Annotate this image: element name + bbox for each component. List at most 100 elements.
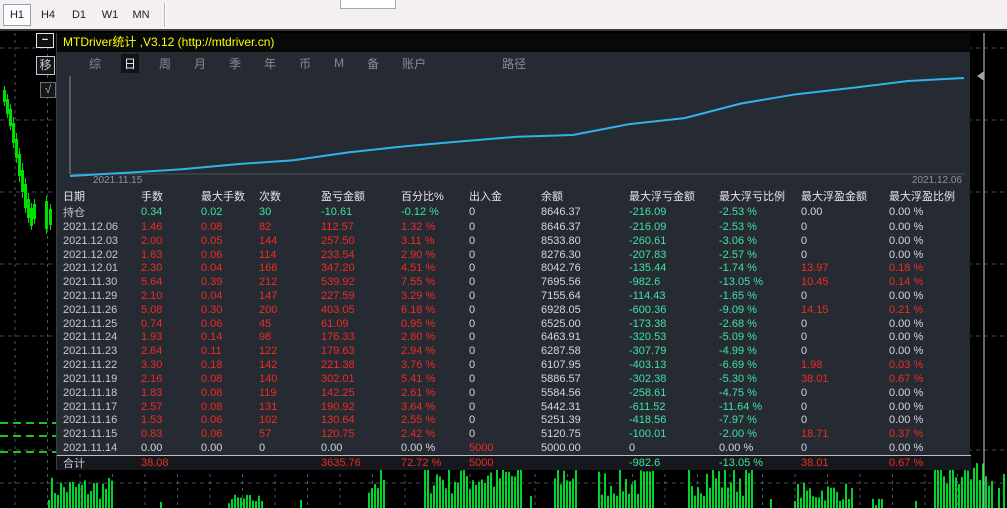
table-cell: 0 <box>801 220 808 233</box>
menu-item-9[interactable]: 账户 <box>399 54 429 73</box>
table-cell: 0.00 <box>321 442 343 455</box>
table-cell: 30 <box>259 206 272 218</box>
table-cell: -11.64 % <box>719 400 763 413</box>
table-row: 2021.12.02 1.63 0.06 114 233.54 2.90 % 0 8276.3… <box>57 248 971 262</box>
table-cell: 45 <box>259 317 272 330</box>
table-cell: 57 <box>259 428 272 441</box>
table-cell: -2.57 % <box>719 248 757 261</box>
table-cell: 0 <box>469 276 476 289</box>
table-cell: 6.18 % <box>401 303 436 316</box>
price-axis-marker-icon <box>977 71 984 81</box>
menu-item-7[interactable]: M <box>331 55 347 71</box>
table-cell: 0 <box>469 428 476 441</box>
menu-item-5[interactable]: 年 <box>261 54 279 73</box>
table-cell: 0 <box>801 317 808 330</box>
table-cell: 0.74 <box>141 317 163 330</box>
menu-item-3[interactable]: 月 <box>191 54 209 73</box>
panel-minimize-button[interactable]: − <box>36 33 54 48</box>
panel-title-bar[interactable]: MTDriver统计 ,V3.12 (http://mtdriver.cn) <box>57 33 970 52</box>
table-cell: 0.30 <box>201 303 223 316</box>
table-cell: 5000 <box>469 457 494 469</box>
table-header-row: 日期 手数 最大手数 次数 盈亏金额 百分比% 出入金 余额 最大浮亏金额 最大浮亏比例 最大浮盈金… <box>57 188 971 204</box>
table-cell: 0 <box>469 303 476 316</box>
table-cell: 0.08 <box>201 400 223 413</box>
table-cell: -1.74 % <box>719 262 757 275</box>
table-cell: -4.99 % <box>719 345 757 358</box>
table-cell: 1.63 <box>141 248 163 261</box>
menu-item-2[interactable]: 周 <box>156 54 174 73</box>
timeframe-button-mn[interactable]: MN <box>127 4 155 26</box>
table-cell: 0 <box>629 442 636 455</box>
timeframe-toolbar: H1 H4 D1 W1 MN <box>0 0 1007 31</box>
column-header: 最大浮盈比例 <box>889 191 955 203</box>
table-cell: 0.00 <box>141 442 163 455</box>
table-cell: -13.05 % <box>719 457 764 469</box>
timeframe-button-h1[interactable]: H1 <box>3 3 31 26</box>
table-cell: 14.15 <box>801 303 829 316</box>
table-cell: 0.00 % <box>889 386 924 399</box>
table-cell: 142.25 <box>321 386 355 399</box>
table-cell: 0 <box>469 400 476 413</box>
panel-title: MTDriver统计 ,V3.12 (http://mtdriver.cn) <box>63 35 275 49</box>
table-cell: -260.61 <box>629 234 667 247</box>
cell-date: 合计 <box>63 458 85 470</box>
table-cell: 227.59 <box>321 290 355 303</box>
table-cell: -418.56 <box>629 414 667 427</box>
table-cell: 0.14 % <box>889 276 924 289</box>
table-cell: 0.04 <box>201 262 223 275</box>
table-cell: -10.61 <box>321 206 353 218</box>
table-row: 2021.12.03 2.00 0.05 144 257.50 3.11 % 0 8533.8… <box>57 234 971 248</box>
table-cell: 0 <box>801 331 808 344</box>
table-row: 2021.11.18 1.83 0.08 119 142.25 2.61 % 0 5584.5… <box>57 386 971 400</box>
panel-menu: 综日周月季年币 M 备账户 路径 <box>57 52 970 74</box>
toolbar-separator <box>164 2 166 27</box>
table-cell: 0.00 % <box>889 290 924 303</box>
table-cell: 8276.30 <box>541 248 581 261</box>
cell-date: 2021.11.19 <box>63 372 118 385</box>
table-row: 2021.12.06 1.46 0.08 82 112.57 1.32 % 0 8646.37… <box>57 220 971 234</box>
table-cell: 18.71 <box>801 428 829 441</box>
table-cell: 5120.75 <box>541 428 581 441</box>
table-cell: 5.64 <box>141 276 163 289</box>
table-cell: 0.00 % <box>889 331 924 344</box>
table-cell: 0.39 <box>201 276 223 289</box>
cell-date: 2021.11.30 <box>63 276 118 289</box>
table-cell: 0.08 <box>201 220 223 233</box>
table-cell: 3.30 <box>141 359 163 372</box>
table-cell: 10.45 <box>801 276 829 289</box>
table-cell: 0 <box>469 317 476 330</box>
table-cell: 0.67 % <box>889 372 924 385</box>
equity-line <box>69 77 965 177</box>
timeframe-button-h4[interactable]: H4 <box>34 4 62 26</box>
menu-item-0[interactable]: 综 <box>86 54 104 73</box>
table-cell: 0.00 % <box>889 206 924 218</box>
table-cell: 0.83 <box>141 428 163 441</box>
menu-item-8[interactable]: 备 <box>364 54 382 73</box>
table-cell: 0 <box>469 372 476 385</box>
mtdriver-stats-panel: MTDriver统计 ,V3.12 (http://mtdriver.cn) 综… <box>56 33 971 470</box>
menu-item-10[interactable]: 路径 <box>499 54 529 73</box>
menu-item-1[interactable]: 日 <box>121 53 140 73</box>
table-cell: 5.08 <box>141 303 163 316</box>
column-header: 出入金 <box>469 191 502 203</box>
table-cell: 0 <box>469 386 476 399</box>
panel-move-button[interactable]: 移 <box>36 56 55 75</box>
table-cell: 0.04 <box>201 290 223 303</box>
table-cell: 1.46 <box>141 220 163 233</box>
table-cell: 233.54 <box>321 248 355 261</box>
cell-date: 2021.11.16 <box>63 414 118 427</box>
table-cell: 1.93 <box>141 331 163 344</box>
timeframe-buttons: H1 H4 D1 W1 MN <box>3 3 158 26</box>
panel-check-button[interactable]: √ <box>40 82 56 98</box>
menu-item-6[interactable]: 币 <box>296 54 314 73</box>
table-cell: -4.75 % <box>719 386 757 399</box>
table-row: 2021.11.22 3.30 0.18 142 221.38 3.76 % 0 6107.9… <box>57 358 971 372</box>
table-cell: 98 <box>259 331 272 344</box>
timeframe-button-w1[interactable]: W1 <box>96 4 124 26</box>
table-cell: 0.95 % <box>401 317 436 330</box>
table-cell: 6107.95 <box>541 359 581 372</box>
menu-item-4[interactable]: 季 <box>226 54 244 73</box>
table-cell: 0.00 <box>201 442 223 455</box>
timeframe-button-d1[interactable]: D1 <box>65 4 93 26</box>
table-cell: 61.09 <box>321 317 349 330</box>
